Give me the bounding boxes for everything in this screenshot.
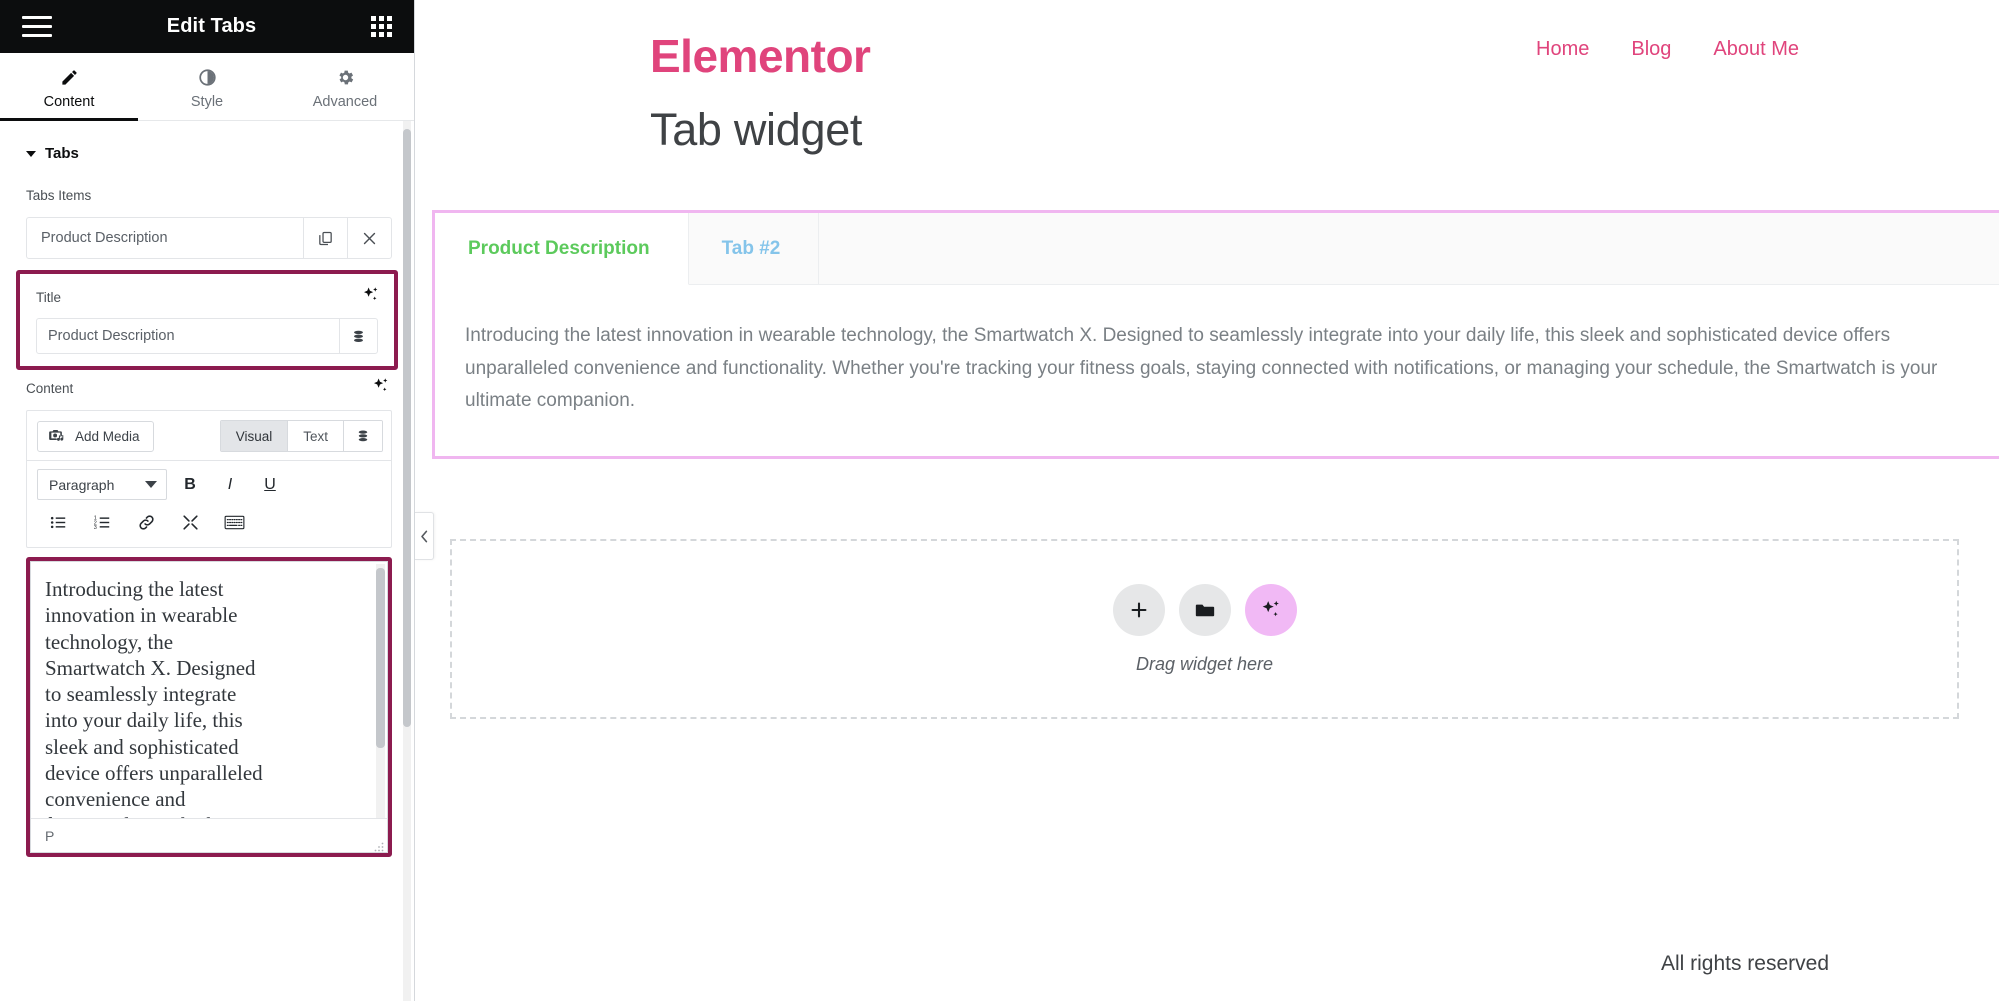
- section-tabs-toggle[interactable]: Tabs: [0, 121, 414, 162]
- toolbar-row-1: Paragraph B I U: [37, 469, 381, 500]
- hamburger-menu-icon[interactable]: [22, 15, 52, 39]
- fullscreen-expand-icon[interactable]: [173, 507, 207, 538]
- contrast-half-circle-icon: [198, 68, 217, 87]
- panel-scroll-content: Tabs Tabs Items Product Description Titl…: [0, 121, 414, 1001]
- tab-advanced-label: Advanced: [312, 93, 378, 110]
- repeater-item: Product Description: [26, 217, 392, 259]
- bullet-list-icon[interactable]: [41, 507, 75, 538]
- chevron-left-icon: [420, 530, 429, 543]
- nav-link-about-me[interactable]: About Me: [1713, 38, 1799, 61]
- site-footer: All rights reserved: [1660, 952, 1829, 975]
- tabs-widget[interactable]: Product Description Tab #2 Introducing t…: [432, 210, 1999, 460]
- tab-style-label: Style: [190, 93, 224, 110]
- ai-sparkle-icon[interactable]: [361, 285, 380, 309]
- title-field-header: Title: [28, 281, 386, 309]
- editor-content-area-group: Introducing the latest innovation in wea…: [26, 557, 392, 857]
- link-icon[interactable]: [129, 507, 163, 538]
- add-media-button[interactable]: Add Media: [37, 420, 154, 452]
- tab-product-description[interactable]: Product Description: [435, 213, 689, 285]
- panel-collapse-handle[interactable]: [415, 512, 434, 560]
- resize-handle-icon[interactable]: [374, 839, 384, 852]
- chevron-down-icon: [145, 481, 157, 488]
- widget-drop-zone[interactable]: Drag widget here: [450, 539, 1959, 720]
- title-field-group: Title: [16, 270, 398, 370]
- ai-sparkle-icon[interactable]: [1244, 583, 1297, 636]
- content-field-header: Content: [0, 370, 414, 400]
- drop-zone-buttons: [1112, 583, 1297, 636]
- chevron-down-icon: [26, 150, 36, 157]
- editor-content-area[interactable]: Introducing the latest innovation in wea…: [30, 561, 388, 853]
- editor-mode-text[interactable]: Text: [288, 421, 344, 451]
- panel-title: Edit Tabs: [166, 15, 257, 37]
- grid-apps-icon[interactable]: [371, 16, 392, 37]
- gear-icon: [336, 68, 355, 87]
- tab-content-label: Content: [43, 93, 95, 110]
- site-header: Elementor Home Blog About Me: [415, 0, 1999, 112]
- editor-mode-visual[interactable]: Visual: [220, 421, 289, 451]
- tab-2[interactable]: Tab #2: [688, 213, 820, 284]
- panel-body: Tabs Tabs Items Product Description Titl…: [0, 121, 414, 1001]
- preview-canvas: Elementor Home Blog About Me Tab widget …: [415, 0, 1999, 1001]
- nav-link-blog[interactable]: Blog: [1631, 38, 1671, 61]
- content-field-label: Content: [26, 380, 74, 396]
- nav-link-home[interactable]: Home: [1536, 38, 1589, 61]
- tabs-widget-nav: Product Description Tab #2: [435, 213, 1999, 285]
- add-media-label: Add Media: [75, 428, 140, 444]
- site-nav: Home Blog About Me: [1536, 38, 1799, 61]
- underline-glyph: U: [264, 475, 276, 493]
- media-camera-music-icon: [48, 426, 66, 447]
- ai-sparkle-icon[interactable]: [371, 376, 390, 400]
- copy-icon[interactable]: [303, 218, 347, 258]
- tab-style[interactable]: Style: [138, 53, 276, 120]
- bold-glyph: B: [184, 475, 196, 493]
- editor-panel: Edit Tabs Content Style Advanced Tabs Ta…: [0, 0, 415, 1001]
- panel-scrollbar-thumb[interactable]: [403, 129, 411, 727]
- tab-content[interactable]: Content: [0, 53, 138, 121]
- editor-scrollbar[interactable]: [376, 564, 385, 850]
- wp-editor: Add Media Visual Text Paragraph B I U 1 …: [26, 410, 392, 548]
- editor-mode-switch: Visual Text: [219, 420, 383, 452]
- add-plus-icon[interactable]: [1112, 583, 1165, 636]
- close-x-icon[interactable]: [347, 218, 391, 258]
- underline-icon[interactable]: U: [253, 469, 287, 500]
- title-input-wrap: [36, 318, 378, 354]
- dynamic-tags-stack-icon[interactable]: [339, 319, 377, 353]
- italic-icon[interactable]: I: [213, 469, 247, 500]
- tabs-widget-pane: Introducing the latest innovation in wea…: [465, 325, 1938, 412]
- section-tabs-label: Tabs: [45, 145, 79, 162]
- wp-editor-toolbar: Paragraph B I U 1 2 3: [27, 460, 391, 547]
- dynamic-tags-stack-icon[interactable]: [344, 421, 382, 451]
- editor-status-bar: P: [31, 818, 387, 852]
- tabs-items-label: Tabs Items: [26, 188, 92, 203]
- numbered-list-icon[interactable]: 1 2 3: [85, 507, 119, 538]
- format-select[interactable]: Paragraph: [37, 469, 167, 500]
- toolbar-toggle-keyboard-icon[interactable]: [217, 507, 251, 538]
- elementor-editor: Edit Tabs Content Style Advanced Tabs Ta…: [0, 0, 1999, 1001]
- italic-glyph: I: [227, 475, 233, 493]
- site-brand-logo[interactable]: Elementor: [650, 29, 871, 83]
- wp-editor-top-row: Add Media Visual Text: [27, 411, 391, 460]
- tab-advanced[interactable]: Advanced: [276, 53, 414, 120]
- pencil-icon: [60, 68, 79, 87]
- panel-tab-bar: Content Style Advanced: [0, 53, 414, 121]
- format-select-value: Paragraph: [49, 476, 115, 493]
- editor-status-path: P: [45, 827, 55, 844]
- repeater-item-title[interactable]: Product Description: [27, 218, 303, 258]
- drop-zone-label: Drag widget here: [1135, 653, 1274, 674]
- panel-scrollbar[interactable]: [403, 121, 411, 1001]
- title-input[interactable]: [37, 319, 339, 353]
- toolbar-row-2: 1 2 3: [37, 507, 381, 538]
- folder-icon[interactable]: [1178, 583, 1231, 636]
- editor-content-text: Introducing the latest innovation in wea…: [45, 577, 263, 852]
- title-field-label: Title: [36, 289, 62, 305]
- editor-scrollbar-thumb[interactable]: [376, 568, 385, 748]
- svg-text:3: 3: [93, 525, 96, 531]
- panel-header: Edit Tabs: [0, 0, 414, 53]
- bold-icon[interactable]: B: [173, 469, 207, 500]
